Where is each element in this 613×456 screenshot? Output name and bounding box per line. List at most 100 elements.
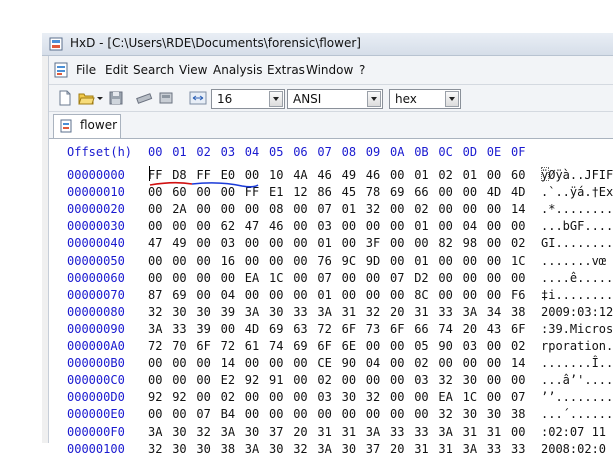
open-dropdown-icon[interactable]: [95, 89, 105, 107]
hex-byte[interactable]: 00: [390, 339, 404, 353]
menu-extras[interactable]: Extras: [267, 63, 305, 77]
hex-byte[interactable]: 3A: [463, 442, 477, 456]
hex-byte[interactable]: 92: [148, 390, 162, 404]
hex-byte[interactable]: 14: [221, 356, 235, 370]
menu-window[interactable]: Window: [306, 63, 353, 77]
hex-byte[interactable]: 01: [414, 168, 428, 182]
hex-byte[interactable]: 01: [317, 288, 331, 302]
hex-byte[interactable]: 46: [366, 168, 380, 182]
hex-byte[interactable]: 00: [148, 356, 162, 370]
hex-byte[interactable]: 00: [463, 288, 477, 302]
hex-byte[interactable]: 00: [511, 271, 525, 285]
ascii-text[interactable]: ...â’'....: [541, 373, 613, 387]
hex-byte[interactable]: D2: [414, 271, 428, 285]
hex-byte[interactable]: 98: [463, 236, 477, 250]
hex-byte[interactable]: 00: [390, 373, 404, 387]
hex-byte[interactable]: 31: [342, 305, 356, 319]
hex-byte[interactable]: 30: [172, 425, 186, 439]
hex-byte[interactable]: 00: [390, 168, 404, 182]
hex-byte[interactable]: 00: [293, 407, 307, 421]
hex-byte[interactable]: 07: [511, 390, 525, 404]
hex-byte[interactable]: 00: [390, 407, 404, 421]
hex-byte[interactable]: 73: [366, 322, 380, 336]
hex-byte[interactable]: 00: [196, 373, 210, 387]
hex-byte[interactable]: 00: [196, 202, 210, 216]
hex-byte[interactable]: 03: [463, 339, 477, 353]
hex-byte[interactable]: 00: [414, 390, 428, 404]
hex-byte[interactable]: 05: [414, 339, 428, 353]
hex-byte[interactable]: 72: [317, 322, 331, 336]
ascii-text[interactable]: ...´......: [541, 407, 613, 421]
hex-byte[interactable]: 00: [390, 219, 404, 233]
hex-byte[interactable]: 00: [148, 407, 162, 421]
hex-byte[interactable]: 03: [414, 373, 428, 387]
ascii-text[interactable]: ...bGF....: [541, 219, 613, 233]
ascii-text[interactable]: .......Î..: [541, 356, 613, 370]
hex-byte[interactable]: EA: [438, 390, 452, 404]
hex-byte[interactable]: 33: [293, 305, 307, 319]
hex-byte[interactable]: 00: [317, 407, 331, 421]
hex-byte[interactable]: 32: [148, 305, 162, 319]
hex-byte[interactable]: 20: [390, 305, 404, 319]
ascii-text[interactable]: .`..ÿá.†Ex: [541, 185, 613, 199]
hex-byte[interactable]: 66: [414, 185, 428, 199]
hex-byte[interactable]: 03: [317, 219, 331, 233]
hex-byte[interactable]: 00: [390, 390, 404, 404]
hex-byte[interactable]: 38: [221, 442, 235, 456]
hex-byte[interactable]: 34: [487, 305, 501, 319]
menu-file[interactable]: File: [76, 63, 96, 77]
hex-byte[interactable]: 30: [342, 390, 356, 404]
hex-byte[interactable]: 30: [342, 442, 356, 456]
hex-byte[interactable]: 00: [487, 202, 501, 216]
hex-byte[interactable]: 00: [293, 202, 307, 216]
hex-byte[interactable]: 01: [414, 254, 428, 268]
hex-byte[interactable]: 00: [245, 288, 259, 302]
menu-search[interactable]: Search: [133, 63, 174, 77]
hex-byte[interactable]: 9C: [342, 254, 356, 268]
hex-byte[interactable]: 04: [366, 356, 380, 370]
hex-byte[interactable]: 00: [269, 407, 283, 421]
hex-byte[interactable]: 00: [172, 271, 186, 285]
charset-chevron-down-icon[interactable]: [367, 91, 381, 107]
hex-byte[interactable]: 01: [317, 236, 331, 250]
hex-byte[interactable]: 00: [487, 219, 501, 233]
hex-byte[interactable]: 30: [172, 442, 186, 456]
hex-byte[interactable]: 00: [342, 271, 356, 285]
hex-byte[interactable]: 31: [438, 442, 452, 456]
menu-edit[interactable]: Edit: [105, 63, 128, 77]
hex-byte[interactable]: 00: [342, 288, 356, 302]
hex-byte[interactable]: 00: [511, 373, 525, 387]
hex-byte[interactable]: 00: [487, 168, 501, 182]
hex-byte[interactable]: 20: [463, 322, 477, 336]
hex-byte[interactable]: 00: [463, 254, 477, 268]
hex-byte[interactable]: 38: [511, 407, 525, 421]
hex-byte[interactable]: 00: [511, 219, 525, 233]
hex-byte[interactable]: 03: [221, 236, 235, 250]
hex-byte[interactable]: 31: [414, 305, 428, 319]
hex-byte[interactable]: 00: [463, 271, 477, 285]
new-file-icon[interactable]: [56, 89, 74, 107]
hex-byte[interactable]: 00: [196, 219, 210, 233]
ascii-text[interactable]: GI........: [541, 236, 613, 250]
hex-byte[interactable]: 00: [366, 339, 380, 353]
hex-byte[interactable]: 00: [487, 288, 501, 302]
hex-byte[interactable]: 46: [269, 219, 283, 233]
hex-byte[interactable]: 6F: [342, 322, 356, 336]
hex-byte[interactable]: 00: [196, 271, 210, 285]
hex-byte[interactable]: 00: [487, 373, 501, 387]
hex-byte[interactable]: 30: [245, 425, 259, 439]
hex-byte[interactable]: 07: [317, 202, 331, 216]
hex-byte[interactable]: 00: [172, 219, 186, 233]
hex-byte[interactable]: 47: [148, 236, 162, 250]
hex-byte[interactable]: 14: [511, 356, 525, 370]
hex-byte[interactable]: 3A: [317, 442, 331, 456]
hex-byte[interactable]: 00: [196, 236, 210, 250]
hex-byte[interactable]: 00: [293, 356, 307, 370]
hex-byte[interactable]: 00: [221, 322, 235, 336]
hex-byte[interactable]: 00: [342, 236, 356, 250]
menu-analysis[interactable]: Analysis: [213, 63, 262, 77]
hex-byte[interactable]: 01: [414, 219, 428, 233]
hex-byte[interactable]: 33: [438, 305, 452, 319]
hex-byte[interactable]: 74: [269, 339, 283, 353]
hex-byte[interactable]: 69: [172, 288, 186, 302]
